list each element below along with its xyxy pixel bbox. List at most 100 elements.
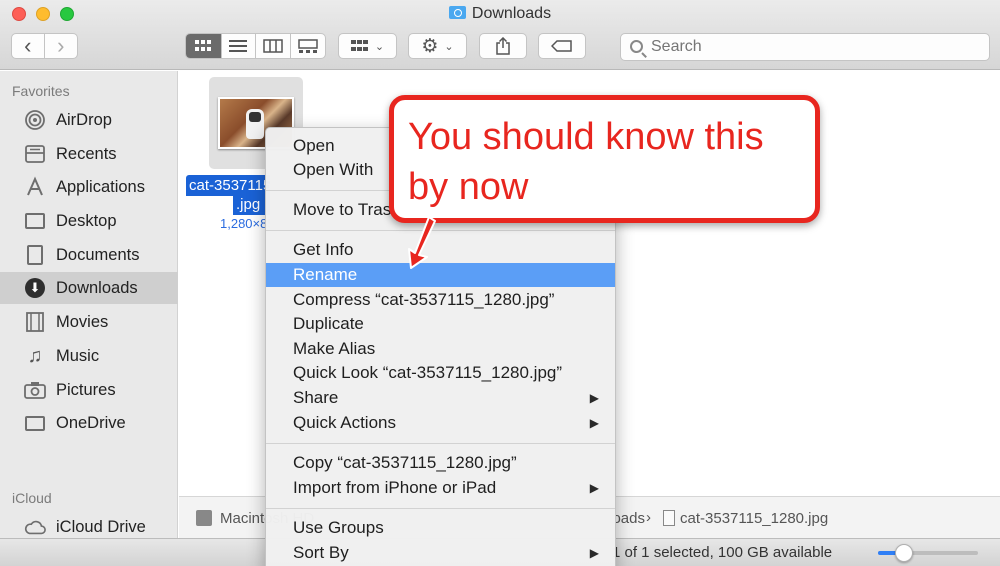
sidebar-item-label: iCloud Drive bbox=[56, 517, 146, 536]
view-mode-control bbox=[185, 33, 326, 59]
sidebar-item-label: Movies bbox=[56, 312, 109, 331]
group-by-button[interactable]: ⌄ bbox=[338, 33, 397, 59]
menu-item-label: Copy “cat-3537115_1280.jpg” bbox=[293, 453, 517, 472]
path-segment-file[interactable]: cat-3537115_1280.jpg bbox=[680, 510, 828, 527]
sidebar-item-applications[interactable]: Applications bbox=[0, 171, 178, 203]
list-icon bbox=[229, 40, 248, 52]
menu-item-label: Use Groups bbox=[293, 518, 384, 537]
menu-item-label: Move to Trash bbox=[293, 200, 401, 219]
menu-item-share[interactable]: Share ▶ bbox=[266, 386, 615, 410]
menu-item-label: Make Alias bbox=[293, 339, 376, 358]
menu-item-label: Sort By bbox=[293, 543, 349, 562]
share-button[interactable] bbox=[479, 33, 527, 59]
search-field[interactable] bbox=[620, 33, 990, 61]
submenu-arrow-icon: ▶ bbox=[589, 416, 599, 430]
grid-icon bbox=[195, 40, 212, 51]
callout-pointer-arrow bbox=[408, 216, 436, 269]
jpg-file-icon bbox=[663, 510, 675, 526]
pictures-icon bbox=[24, 379, 46, 401]
icloud-header: iCloud bbox=[12, 490, 52, 506]
menu-item-quick-actions[interactable]: Quick Actions ▶ bbox=[266, 411, 615, 435]
menu-item-label: Share bbox=[293, 388, 339, 407]
file-dimensions: 1,280×853 bbox=[220, 216, 270, 231]
search-icon bbox=[630, 40, 643, 53]
icon-view-button[interactable] bbox=[186, 34, 222, 58]
menu-item-label: Compress “cat-3537115_1280.jpg” bbox=[293, 290, 555, 309]
sidebar-item-desktop[interactable]: Desktop bbox=[0, 205, 178, 237]
sidebar-item-label: Downloads bbox=[56, 278, 138, 297]
nav-buttons: ‹ › bbox=[11, 33, 78, 59]
search-input[interactable] bbox=[651, 37, 971, 57]
hard-disk-icon bbox=[196, 510, 212, 526]
sidebar-item-onedrive[interactable]: OneDrive bbox=[0, 407, 178, 439]
chevron-down-icon: ⌄ bbox=[374, 40, 385, 53]
folder-icon bbox=[24, 412, 46, 434]
menu-item-label: Quick Look “cat-3537115_1280.jpg” bbox=[293, 363, 563, 382]
menu-item-compress[interactable]: Compress “cat-3537115_1280.jpg” bbox=[266, 288, 615, 312]
menu-item-label: Rename bbox=[293, 265, 358, 284]
gear-icon: ⚙ bbox=[421, 35, 439, 57]
cat-image bbox=[246, 109, 264, 139]
column-view-button[interactable] bbox=[256, 34, 291, 58]
sidebar-item-label: Applications bbox=[56, 177, 145, 196]
chevron-left-icon: ‹ bbox=[24, 33, 32, 58]
path-segment-folder[interactable]: Downloads bbox=[615, 510, 645, 527]
gallery-icon bbox=[298, 39, 318, 53]
menu-item-label: Duplicate bbox=[293, 314, 364, 333]
list-view-button[interactable] bbox=[222, 34, 256, 58]
menu-item-duplicate[interactable]: Duplicate bbox=[266, 312, 615, 336]
tags-button[interactable] bbox=[538, 33, 586, 59]
menu-item-label: Open With bbox=[293, 160, 374, 179]
submenu-arrow-icon: ▶ bbox=[589, 481, 599, 495]
sidebar-item-pictures[interactable]: Pictures bbox=[0, 374, 178, 406]
sidebar-item-movies[interactable]: Movies bbox=[0, 306, 178, 338]
sidebar-item-label: Music bbox=[56, 346, 100, 365]
sidebar-item-airdrop[interactable]: AirDrop bbox=[0, 104, 178, 136]
columns-icon bbox=[263, 39, 283, 53]
menu-item-use-groups[interactable]: Use Groups bbox=[266, 516, 615, 540]
finder-window: Downloads ‹ › ⌄ ⚙ ⌄ Search Favorites Air… bbox=[0, 0, 1000, 566]
documents-icon bbox=[24, 244, 46, 266]
music-icon: ♫ bbox=[27, 344, 43, 367]
desktop-icon bbox=[24, 210, 46, 232]
downloads-icon: ⬇ bbox=[24, 277, 46, 299]
sidebar-item-music[interactable]: ♫ Music bbox=[0, 340, 178, 372]
recents-icon bbox=[24, 143, 46, 165]
submenu-arrow-icon: ▶ bbox=[589, 391, 599, 405]
sidebar-item-label: AirDrop bbox=[56, 110, 112, 129]
gallery-view-button[interactable] bbox=[291, 34, 326, 58]
window-title: Downloads bbox=[0, 5, 1000, 23]
applications-icon bbox=[24, 176, 46, 198]
menu-item-make-alias[interactable]: Make Alias bbox=[266, 337, 615, 361]
status-text: 1 of 1 selected, 100 GB available bbox=[612, 544, 833, 561]
menu-item-import-from-iphone[interactable]: Import from iPhone or iPad ▶ bbox=[266, 476, 615, 500]
action-menu-button[interactable]: ⚙ ⌄ bbox=[408, 33, 467, 59]
icon-size-slider-knob[interactable] bbox=[895, 544, 913, 562]
menu-item-sort-by[interactable]: Sort By ▶ bbox=[266, 541, 615, 565]
path-separator: › bbox=[646, 509, 651, 526]
tag-icon bbox=[551, 40, 572, 52]
sidebar-item-label: OneDrive bbox=[56, 413, 126, 432]
menu-item-label: Get Info bbox=[293, 240, 354, 259]
sidebar-item-label: Recents bbox=[56, 144, 117, 163]
menu-item-label: Import from iPhone or iPad bbox=[293, 478, 497, 497]
group-grid-icon bbox=[350, 40, 368, 51]
sidebar-item-documents[interactable]: Documents bbox=[0, 239, 178, 271]
downloads-folder-icon bbox=[448, 6, 466, 19]
menu-item-quick-look[interactable]: Quick Look “cat-3537115_1280.jpg” bbox=[266, 361, 615, 385]
menu-item-label: Quick Actions bbox=[293, 413, 396, 432]
favorites-header: Favorites bbox=[12, 83, 70, 99]
back-button[interactable]: ‹ bbox=[12, 34, 45, 58]
sidebar-item-downloads[interactable]: ⬇ Downloads bbox=[0, 272, 178, 304]
icon-size-slider-track[interactable] bbox=[878, 551, 978, 555]
chevron-right-icon: › bbox=[57, 33, 65, 58]
callout-text: You should know this by now bbox=[408, 116, 764, 208]
sidebar-item-recents[interactable]: Recents bbox=[0, 138, 178, 170]
cloud-icon bbox=[24, 516, 46, 538]
forward-button[interactable]: › bbox=[45, 34, 78, 58]
file-name-label[interactable]: cat-3537115_1280 bbox=[186, 175, 270, 196]
chevron-down-icon: ⌄ bbox=[444, 40, 454, 53]
airdrop-icon bbox=[24, 109, 46, 131]
menu-item-copy[interactable]: Copy “cat-3537115_1280.jpg” bbox=[266, 451, 615, 475]
menu-separator bbox=[266, 443, 615, 444]
